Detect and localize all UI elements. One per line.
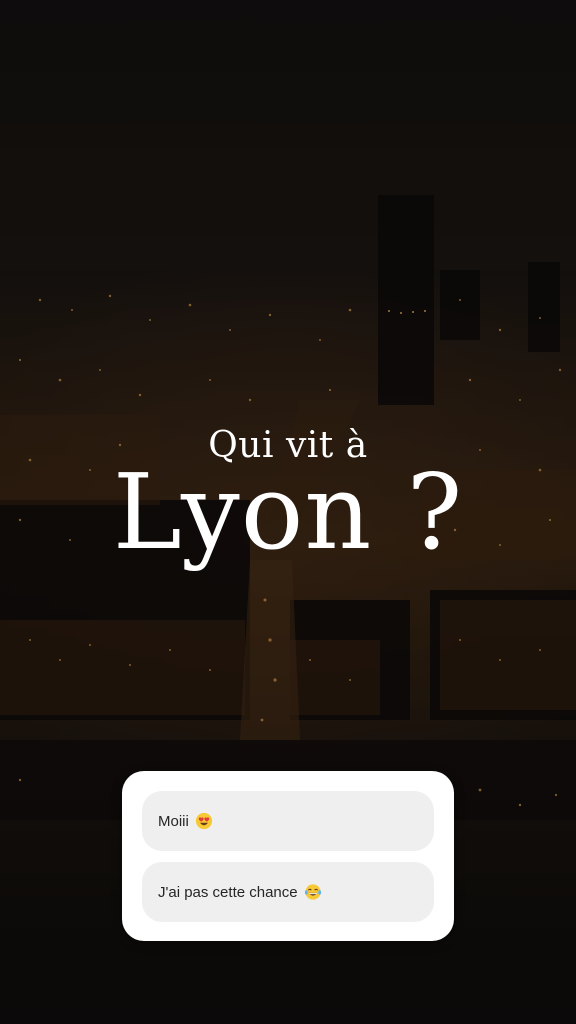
poll-sticker: Moiii J'ai pas cette chance	[122, 771, 454, 941]
tears-of-joy-emoji-icon	[304, 884, 321, 900]
poll-option-label: Moiii	[158, 812, 189, 830]
poll-option-pas-de-chance[interactable]: J'ai pas cette chance	[142, 862, 434, 922]
story-screen: Qui vit à Lyon ? Moiii J'ai pas cette ch…	[0, 0, 576, 1024]
story-title: Lyon ?	[112, 451, 464, 573]
poll-option-label: J'ai pas cette chance	[158, 883, 298, 901]
poll-option-moiii[interactable]: Moiii	[142, 791, 434, 851]
heart-eyes-emoji-icon	[195, 812, 212, 830]
